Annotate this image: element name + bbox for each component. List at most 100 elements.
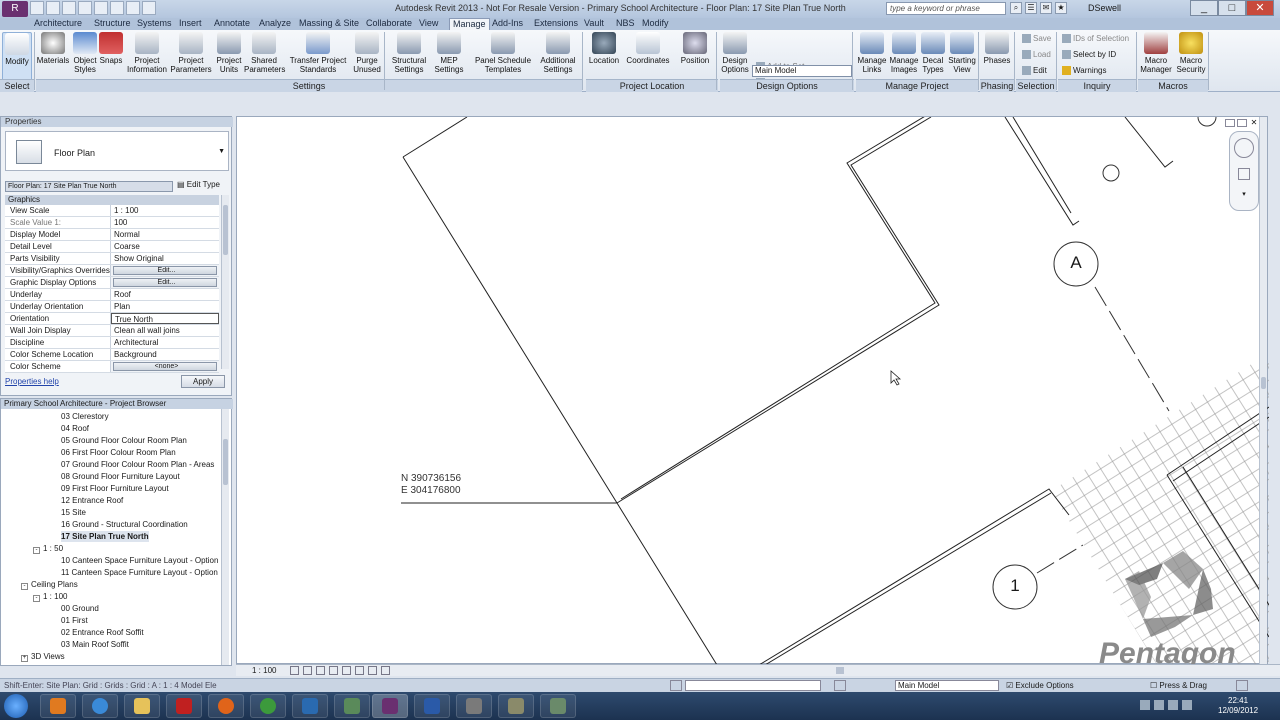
taskbar-chrome[interactable]	[250, 694, 286, 718]
tray-icon[interactable]	[1140, 700, 1150, 710]
properties-help-link[interactable]: Properties help	[5, 377, 59, 386]
press-drag-checkbox[interactable]: ☐ Press & Drag	[1150, 681, 1207, 690]
zoom-icon[interactable]	[1238, 168, 1250, 180]
scrollbar-thumb[interactable]	[223, 205, 228, 255]
design-options-icon[interactable]	[834, 680, 846, 691]
taskbar-internet-explorer[interactable]	[82, 694, 118, 718]
apply-button[interactable]: Apply	[181, 375, 225, 388]
property-value[interactable]: 100	[111, 217, 219, 228]
starting-view-button[interactable]: Starting View	[946, 32, 978, 74]
close-button[interactable]: ✕	[1246, 0, 1274, 16]
project-parameters-button[interactable]: Project Parameters	[170, 32, 212, 74]
browser-item[interactable]: 02 Entrance Roof Soffit	[61, 627, 144, 638]
property-value[interactable]: Edit...	[113, 266, 217, 275]
print-icon[interactable]	[94, 1, 108, 15]
materials-button[interactable]: Materials	[36, 32, 70, 65]
browser-item[interactable]: 04 Roof	[61, 423, 89, 434]
decal-types-button[interactable]: Decal Types	[920, 32, 946, 74]
minimize-button[interactable]: _	[1190, 0, 1218, 16]
reveal-hidden-icon[interactable]	[381, 666, 390, 675]
browser-item[interactable]: 10 Canteen Space Furniture Layout - Opti…	[61, 555, 218, 566]
taskbar-app[interactable]	[334, 694, 370, 718]
undo-icon[interactable]	[62, 1, 76, 15]
redo-icon[interactable]	[78, 1, 92, 15]
taskbar-app[interactable]	[498, 694, 534, 718]
spot-coordinate[interactable]: N 390736156 E 304176800	[401, 473, 461, 497]
tab-manage[interactable]: Manage	[449, 18, 490, 30]
sun-path-icon[interactable]	[316, 666, 325, 675]
property-value[interactable]: Show Original	[111, 253, 219, 264]
design-option-select[interactable]: Main Model	[752, 65, 852, 77]
manage-images-button[interactable]: Manage Images	[888, 32, 920, 74]
tab-extensions[interactable]: Extensions	[534, 18, 578, 30]
view-close-button[interactable]: ✕	[1249, 119, 1259, 127]
tab-systems[interactable]: Systems	[137, 18, 172, 30]
taskbar-media-player[interactable]	[40, 694, 76, 718]
shadows-icon[interactable]	[329, 666, 338, 675]
selection-load-button[interactable]: Load	[1022, 50, 1051, 59]
tab-architecture[interactable]: Architecture	[34, 18, 82, 30]
application-menu-button[interactable]: R	[2, 1, 28, 17]
steering-wheel-icon[interactable]	[1234, 138, 1254, 158]
drawing-area[interactable]: N 390736156 E 304176800 A 1 Pentagon ▾ ✕	[236, 116, 1269, 669]
taskbar-firefox[interactable]	[208, 694, 244, 718]
worksets-icon[interactable]	[670, 680, 682, 691]
property-value[interactable]: Plan	[111, 301, 219, 312]
browser-item[interactable]: - Ceiling Plans	[21, 579, 78, 590]
browser-item[interactable]: 06 First Floor Colour Room Plan	[61, 447, 176, 458]
crop-view-icon[interactable]	[342, 666, 351, 675]
position-button[interactable]: Position	[678, 32, 712, 65]
properties-group-header[interactable]: Graphics	[5, 195, 219, 205]
property-value[interactable]: Clean all wall joins	[111, 325, 219, 336]
view-restore-button[interactable]	[1237, 119, 1247, 127]
tab-structure[interactable]: Structure	[94, 18, 131, 30]
view-minimize-button[interactable]	[1225, 119, 1235, 127]
system-clock[interactable]: 22:41 12/09/2012	[1218, 696, 1258, 716]
tree-toggle-icon[interactable]: -	[33, 547, 40, 554]
browser-item[interactable]: 17 Site Plan True North	[61, 531, 149, 542]
type-selector[interactable]: Floor Plan ▼	[5, 131, 229, 171]
phases-button[interactable]: Phases	[982, 32, 1012, 65]
project-information-button[interactable]: Project Information	[126, 32, 168, 74]
detail-level-icon[interactable]	[290, 666, 299, 675]
taskbar-explorer[interactable]	[124, 694, 160, 718]
snaps-button[interactable]: Snaps	[98, 32, 124, 65]
browser-item[interactable]: -1 : 50	[33, 543, 63, 554]
canvas-scrollbar-vertical[interactable]	[1259, 117, 1267, 665]
transfer-project-standards-button[interactable]: Transfer Project Standards	[288, 32, 348, 74]
filter-icon[interactable]	[1236, 680, 1248, 691]
tab-collaborate[interactable]: Collaborate	[366, 18, 412, 30]
communication-icon[interactable]: ✉	[1040, 2, 1052, 14]
ids-of-selection-button[interactable]: IDs of Selection	[1062, 34, 1129, 43]
additional-settings-button[interactable]: Additional Settings	[536, 32, 580, 74]
property-value[interactable]: Roof	[111, 289, 219, 300]
selection-save-button[interactable]: Save	[1022, 34, 1051, 43]
property-value[interactable]: Normal	[111, 229, 219, 240]
taskbar-word[interactable]	[414, 694, 450, 718]
save-icon[interactable]	[46, 1, 60, 15]
property-value[interactable]: Coarse	[111, 241, 219, 252]
instance-filter-select[interactable]: Floor Plan: 17 Site Plan True North	[5, 181, 173, 192]
modify-button[interactable]: Modify	[2, 32, 32, 82]
property-value[interactable]: 1 : 100	[111, 205, 219, 216]
browser-scrollbar[interactable]	[221, 409, 229, 665]
browser-item[interactable]: 15 Site	[61, 507, 86, 518]
property-value[interactable]: Background	[111, 349, 219, 360]
tab-add-ins[interactable]: Add-Ins	[492, 18, 523, 30]
browser-item[interactable]: -1 : 100	[33, 591, 67, 602]
favorites-icon[interactable]: ★	[1055, 2, 1067, 14]
tab-massing-site[interactable]: Massing & Site	[299, 18, 359, 30]
macro-manager-button[interactable]: Macro Manager	[1138, 32, 1174, 74]
selection-edit-button[interactable]: Edit	[1022, 66, 1047, 75]
start-button[interactable]	[4, 694, 28, 718]
binoculars-icon[interactable]: ⌕	[1010, 2, 1022, 14]
exclude-options-checkbox[interactable]: ☑ Exclude Options	[1006, 681, 1074, 690]
browser-item[interactable]: 09 First Floor Furniture Layout	[61, 483, 169, 494]
tray-icon[interactable]	[1154, 700, 1164, 710]
coordinates-button[interactable]: Coordinates	[626, 32, 670, 65]
open-icon[interactable]	[30, 1, 44, 15]
browser-item[interactable]: 16 Ground - Structural Coordination	[61, 519, 188, 530]
manage-links-button[interactable]: Manage Links	[856, 32, 888, 74]
workset-select[interactable]	[685, 680, 821, 691]
tab-modify[interactable]: Modify	[642, 18, 669, 30]
